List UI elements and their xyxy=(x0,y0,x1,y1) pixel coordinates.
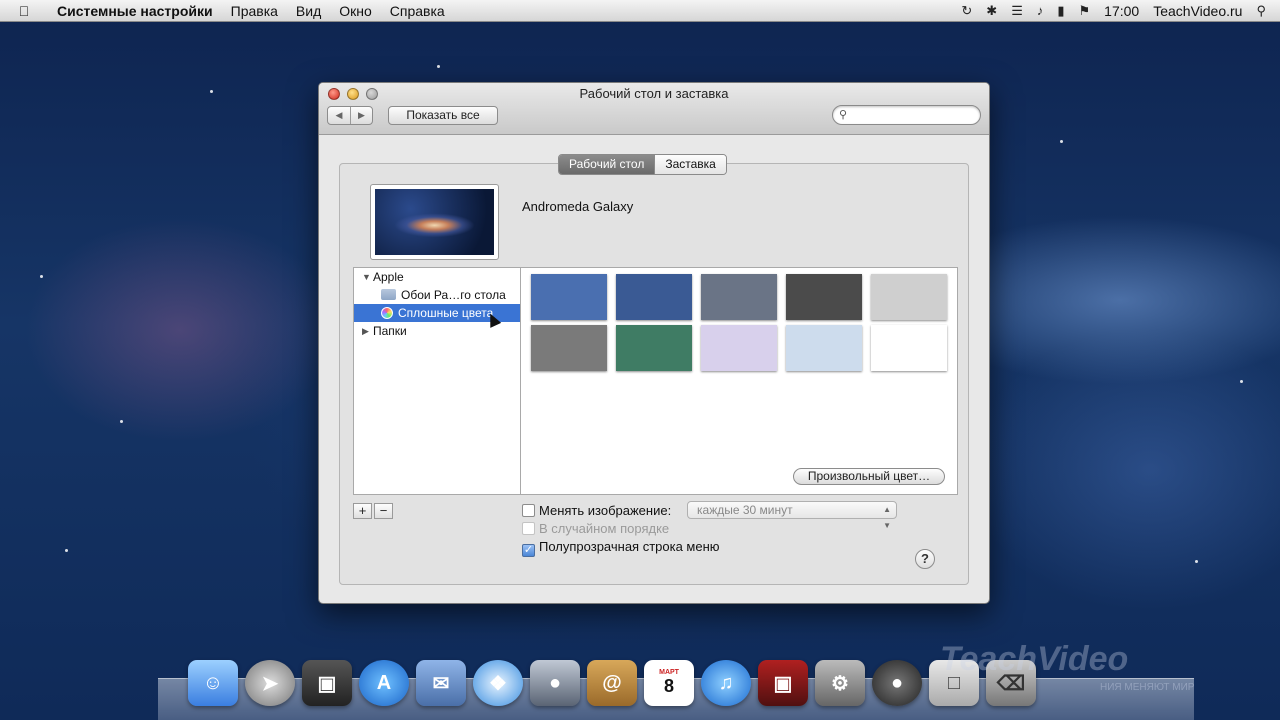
preferences-window: Рабочий стол и заставка ◀ ▶ Показать все… xyxy=(318,82,990,604)
star xyxy=(1195,560,1198,563)
color-swatch[interactable] xyxy=(531,325,607,371)
color-swatch-grid: Произвольный цвет… xyxy=(520,267,958,495)
desktop-preview xyxy=(370,184,499,260)
list-item-label: Сплошные цвета xyxy=(398,306,494,320)
custom-color-button[interactable]: Произвольный цвет… xyxy=(793,468,945,485)
facetime-icon[interactable]: ● xyxy=(530,660,580,706)
preview-image xyxy=(375,189,494,255)
interval-value: каждые 30 минут xyxy=(697,503,793,517)
time-machine-icon[interactable]: ↻ xyxy=(961,3,972,19)
stepper-arrows-icon: ▲ ▼ xyxy=(883,505,891,530)
star xyxy=(437,65,440,68)
star xyxy=(120,420,123,423)
itunes-icon[interactable]: ♫ xyxy=(701,660,751,706)
menu-view[interactable]: Вид xyxy=(287,3,330,19)
change-picture-label: Менять изображение: xyxy=(539,503,672,518)
window-toolbar: Рабочий стол и заставка ◀ ▶ Показать все… xyxy=(319,83,989,135)
tab-screensaver[interactable]: Заставка xyxy=(654,155,726,174)
calendar-day: 8 xyxy=(663,676,674,696)
search-input[interactable] xyxy=(853,108,973,122)
mission-control-icon[interactable]: ▣ xyxy=(302,660,352,706)
list-item-apple[interactable]: ▼ Apple xyxy=(354,268,520,286)
add-folder-button[interactable]: + xyxy=(353,503,372,519)
translucent-menu-checkbox[interactable]: ✓ xyxy=(522,544,535,557)
finder-icon[interactable]: ☺ xyxy=(188,660,238,706)
random-order-checkbox xyxy=(522,522,535,535)
menu-clock[interactable]: 17:00 xyxy=(1104,3,1139,19)
folder-icon xyxy=(381,289,396,300)
window-title: Рабочий стол и заставка xyxy=(579,86,729,101)
interval-select[interactable]: каждые 30 минут ▲ ▼ xyxy=(687,501,897,530)
list-item-label: Обои Ра…го стола xyxy=(401,288,506,302)
random-order-option: В случайном порядке xyxy=(522,521,669,536)
color-swatch[interactable] xyxy=(871,325,947,371)
volume-icon[interactable]: ♪ xyxy=(1037,3,1044,18)
menu-help[interactable]: Справка xyxy=(381,3,454,19)
apple-menu-icon[interactable]:  xyxy=(0,3,48,19)
calendar-icon[interactable]: МАРТ 8 xyxy=(644,660,694,706)
translucent-menu-label: Полупрозрачная строка меню xyxy=(539,539,720,554)
status-area: ↻ ✱ ☰ ♪ ▮ ⚑ 17:00 TeachVideo.ru ⚲ xyxy=(961,3,1280,19)
disclosure-open-icon[interactable]: ▼ xyxy=(362,268,371,286)
random-order-label: В случайном порядке xyxy=(539,521,670,536)
battery-icon[interactable]: ▮ xyxy=(1057,3,1064,19)
launchpad-icon[interactable]: ➤ xyxy=(245,660,295,706)
color-wheel-icon xyxy=(381,307,393,319)
calendar-month: МАРТ xyxy=(659,669,679,676)
color-swatch[interactable] xyxy=(871,274,947,320)
watermark-slogan: НИЯ МЕНЯЮТ МИР xyxy=(1100,682,1195,693)
help-button[interactable]: ? xyxy=(915,549,935,569)
search-field[interactable]: ⚲ xyxy=(832,105,981,125)
mail-icon[interactable]: ✉ xyxy=(416,660,466,706)
tab-desktop[interactable]: Рабочий стол xyxy=(559,155,655,174)
menu-user[interactable]: TeachVideo.ru xyxy=(1153,3,1242,19)
color-swatch[interactable] xyxy=(786,274,862,320)
star xyxy=(1240,380,1243,383)
show-all-button[interactable]: Показать все xyxy=(388,106,498,125)
back-arrow-icon[interactable]: ◀ xyxy=(328,107,350,124)
star xyxy=(40,275,43,278)
disclosure-closed-icon[interactable]: ▶ xyxy=(362,322,369,340)
menu-bar:  Системные настройки Правка Вид Окно Сп… xyxy=(0,0,1280,22)
color-swatch[interactable] xyxy=(531,274,607,320)
menu-edit[interactable]: Правка xyxy=(222,3,287,19)
color-swatch[interactable] xyxy=(701,274,777,320)
list-item-label: Apple xyxy=(373,270,404,284)
photo-booth-icon[interactable]: ▣ xyxy=(758,660,808,706)
change-picture-checkbox[interactable] xyxy=(522,504,535,517)
spotlight-search-icon[interactable]: ⚲ xyxy=(1256,3,1266,19)
color-swatch[interactable] xyxy=(616,325,692,371)
dvd-player-icon[interactable]: ● xyxy=(872,660,922,706)
color-swatch[interactable] xyxy=(701,325,777,371)
address-book-icon[interactable]: @ xyxy=(587,660,637,706)
tab-bar: Рабочий стол Заставка xyxy=(558,154,727,175)
list-item-label: Папки xyxy=(373,324,407,338)
color-swatch[interactable] xyxy=(616,274,692,320)
forward-arrow-icon[interactable]: ▶ xyxy=(350,107,372,124)
picture-name: Andromeda Galaxy xyxy=(522,199,634,214)
wifi-icon[interactable]: ☰ xyxy=(1011,3,1023,19)
app-store-icon[interactable]: A xyxy=(359,660,409,706)
dock: ☺ ➤ ▣ A ✉ ❖ ● @ МАРТ 8 ♫ ▣ ⚙ ● □ ⌫ xyxy=(188,660,1036,706)
star xyxy=(210,90,213,93)
watermark-brand: TeachVideo xyxy=(940,640,1129,678)
star xyxy=(1060,140,1063,143)
translucent-menu-option: ✓ Полупрозрачная строка меню xyxy=(522,539,720,557)
system-preferences-icon[interactable]: ⚙ xyxy=(815,660,865,706)
star xyxy=(65,549,68,552)
menu-window[interactable]: Окно xyxy=(330,3,381,19)
menu-app-name[interactable]: Системные настройки xyxy=(48,3,222,19)
source-list[interactable]: ▼ Apple Обои Ра…го стола Сплошные цвета … xyxy=(353,267,520,495)
remove-folder-button[interactable]: − xyxy=(374,503,393,519)
list-item-wallpapers[interactable]: Обои Ра…го стола xyxy=(354,286,520,304)
nav-buttons: ◀ ▶ xyxy=(327,106,373,125)
input-flag-icon[interactable]: ⚑ xyxy=(1079,3,1091,19)
color-swatch[interactable] xyxy=(786,325,862,371)
safari-icon[interactable]: ❖ xyxy=(473,660,523,706)
bluetooth-icon[interactable]: ✱ xyxy=(986,3,997,19)
change-picture-option: Менять изображение: xyxy=(522,503,671,518)
search-icon: ⚲ xyxy=(839,109,848,121)
